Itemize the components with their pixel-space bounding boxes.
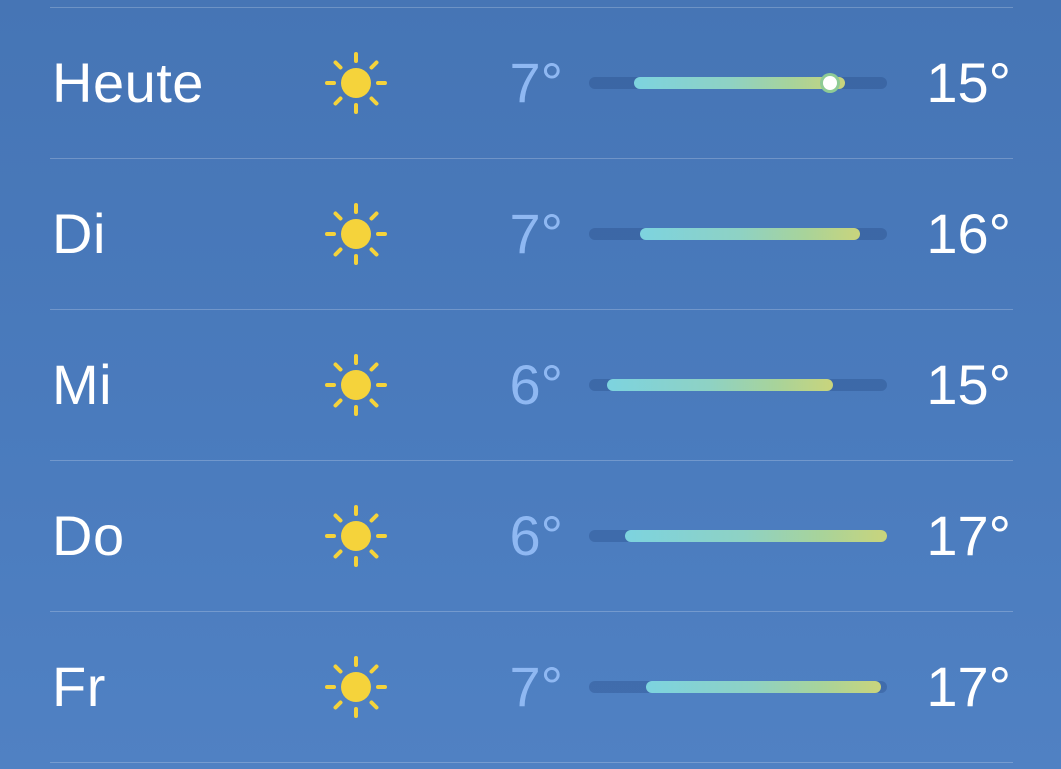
low-temperature: 7° — [509, 50, 563, 114]
day-label: Do — [52, 503, 125, 567]
current-temperature-marker — [823, 75, 838, 90]
forecast-row-friday[interactable]: Fr 7° 17° — [0, 611, 1061, 762]
sun-icon — [325, 504, 387, 567]
high-temperature: 16° — [926, 201, 1011, 265]
temperature-range-fill — [639, 227, 861, 240]
row-divider — [50, 762, 1013, 763]
temperature-range-bar — [589, 378, 887, 391]
high-temperature: 15° — [926, 352, 1011, 416]
low-temperature: 6° — [509, 503, 563, 567]
high-temperature: 15° — [926, 50, 1011, 114]
day-label: Fr — [52, 654, 106, 718]
temperature-range-bar — [589, 680, 887, 693]
sun-icon — [325, 655, 387, 718]
sun-icon — [325, 202, 387, 265]
forecast-row-today[interactable]: Heute 7° 15° — [0, 7, 1061, 158]
day-label: Mi — [52, 352, 113, 416]
temperature-range-fill — [633, 76, 846, 89]
day-label: Heute — [52, 50, 204, 114]
low-temperature: 7° — [509, 201, 563, 265]
day-label: Di — [52, 201, 106, 265]
high-temperature: 17° — [926, 503, 1011, 567]
forecast-row-wednesday[interactable]: Mi 6° 15° — [0, 309, 1061, 460]
sun-icon — [325, 51, 387, 114]
temperature-range-fill — [645, 680, 882, 693]
temperature-range-bar — [589, 75, 887, 90]
temperature-range-bar — [589, 529, 887, 542]
temperature-range-fill — [606, 378, 834, 391]
low-temperature: 7° — [509, 654, 563, 718]
forecast-row-thursday[interactable]: Do 6° 17° — [0, 460, 1061, 611]
temperature-range-fill — [624, 529, 887, 542]
low-temperature: 6° — [509, 352, 563, 416]
high-temperature: 17° — [926, 654, 1011, 718]
temperature-range-bar — [589, 227, 887, 240]
sun-icon — [325, 353, 387, 416]
forecast-row-tuesday[interactable]: Di 7° 16° — [0, 158, 1061, 309]
